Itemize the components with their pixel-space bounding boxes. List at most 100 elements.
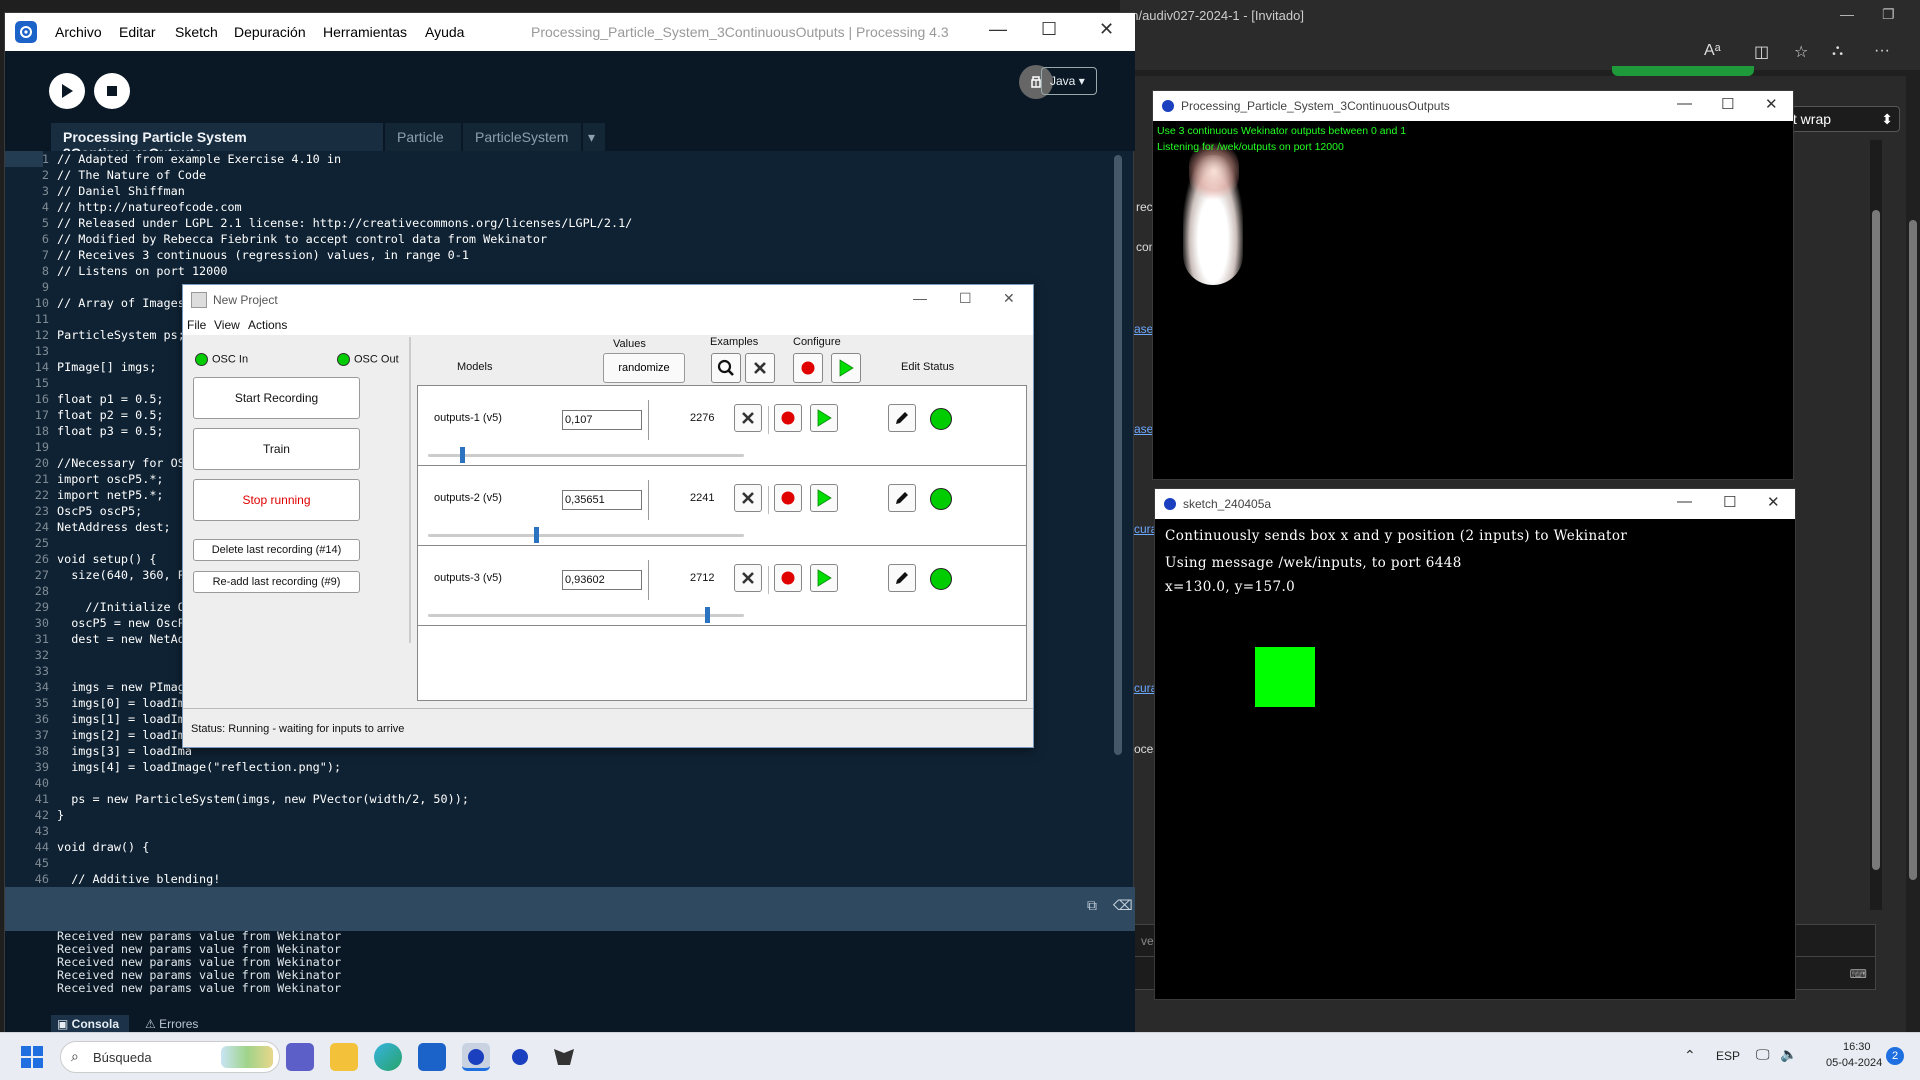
maximize-icon[interactable]: ☐ [1721,95,1734,113]
menu-herramientas[interactable]: Herramientas [323,24,407,40]
code-line[interactable]: 2 // The Nature of Code [5,167,1105,183]
code-line[interactable]: 5 // Released under LGPL 2.1 license: htt… [5,215,1105,231]
output-value-field[interactable]: 0,107 [562,410,642,430]
menu-actions[interactable]: Actions [248,318,287,332]
copy-console-icon[interactable]: ⧉ [1087,897,1097,914]
close-icon[interactable]: ✕ [1099,19,1114,40]
code-line[interactable]: 42} [5,807,1105,823]
clock-time[interactable]: 16:30 [1843,1041,1871,1053]
record-all-button[interactable] [793,353,823,383]
run-all-button[interactable] [831,353,861,383]
processing-icon[interactable] [418,1043,446,1071]
clear-console-icon[interactable]: ⌫ [1113,897,1133,914]
slider-knob[interactable] [533,527,539,543]
close-icon[interactable]: ✕ [1767,493,1780,511]
menu-editar[interactable]: Editar [119,24,156,40]
code-line[interactable]: 43 [5,823,1105,839]
tab-consola[interactable]: ▣ Consola [51,1015,129,1033]
run-model-button[interactable] [810,404,838,432]
favorites-icon[interactable]: ☆ [1794,42,1808,62]
randomize-button[interactable]: randomize [603,353,685,383]
code-line[interactable]: 8 // Listens on port 12000 [5,263,1105,279]
more-icon[interactable]: ··· [1874,42,1890,60]
green-action-button[interactable] [1612,66,1754,76]
tab-main[interactable]: Processing Particle System 3ContinuousOu… [51,123,383,161]
network-icon[interactable]: 🖵 [1756,1046,1770,1063]
mode-selector[interactable]: Java ▾ [1041,67,1097,95]
code-line[interactable]: 3 // Daniel Shiffman [5,183,1105,199]
menu-archivo[interactable]: Archivo [55,24,102,40]
run-model-button[interactable] [810,564,838,592]
delete-examples-button[interactable] [734,564,762,592]
edge-icon[interactable] [374,1043,402,1071]
edit-model-button[interactable] [888,404,916,432]
code-line[interactable]: 44 void draw() { [5,839,1105,855]
code-line[interactable]: 46 // Additive blending! [5,871,1105,886]
slider-knob[interactable] [459,447,465,463]
code-line[interactable]: 7 // Receives 3 continuous (regression) v… [5,247,1105,263]
windows-start-icon[interactable] [20,1045,44,1069]
code-line[interactable]: 39 imgs[4] = loadImage("reflection.png")… [5,759,1105,775]
soft-wrap-select[interactable]: ft wrap ⬍ [1782,106,1900,132]
scroll-thumb[interactable] [1909,220,1917,880]
language-indicator[interactable]: ESP [1716,1049,1740,1063]
code-line[interactable]: 1 // Adapted from example Exercise 4.10 i… [5,151,1105,167]
minimize-icon[interactable]: — [1677,95,1692,112]
record-model-button[interactable] [774,564,802,592]
read-aloud-icon[interactable]: Aᵃ [1704,42,1721,60]
code-line[interactable]: 4 // http://natureofcode.com [5,199,1105,215]
run-model-button[interactable] [810,484,838,512]
input-box[interactable] [1255,647,1315,707]
file-explorer-icon[interactable] [330,1043,358,1071]
output-value-field[interactable]: 0,35651 [562,490,642,510]
browser-scrollbar[interactable] [1906,70,1920,1032]
delete-examples-button[interactable] [734,404,762,432]
slider-knob[interactable] [705,607,711,623]
menu-sketch[interactable]: Sketch [175,24,218,40]
scroll-thumb[interactable] [1114,155,1122,755]
minimize-icon[interactable]: — [989,19,1007,40]
code-line[interactable]: 41 ps = new ParticleSystem(imgs, new PVe… [5,791,1105,807]
run-button[interactable] [49,73,85,109]
maximize-icon[interactable]: ☐ [1041,19,1057,40]
chevron-up-icon[interactable]: ⌃ [1684,1047,1696,1064]
tab-errores[interactable]: ⚠ Errores [139,1015,204,1033]
delete-last-recording-button[interactable]: Delete last recording (#14) [193,539,360,561]
output-slider[interactable] [428,447,744,463]
keyboard-icon[interactable]: ⌨ [1850,967,1867,981]
record-model-button[interactable] [774,404,802,432]
edit-model-button[interactable] [888,564,916,592]
edit-model-button[interactable] [888,484,916,512]
readd-last-recording-button[interactable]: Re-add last recording (#9) [193,571,360,593]
processing-sketch-2-icon[interactable] [506,1043,534,1071]
split-screen-icon[interactable]: ◫ [1754,42,1769,62]
examples-search-button[interactable] [711,353,741,383]
minimize-icon[interactable]: — [1840,6,1854,22]
page-scrollbar[interactable] [1870,140,1882,910]
menu-view[interactable]: View [214,318,240,332]
scroll-thumb[interactable] [1872,210,1880,870]
sketch-canvas[interactable]: Continuously sends box x and y position … [1155,519,1795,999]
notification-badge[interactable]: 2 [1886,1047,1904,1065]
volume-icon[interactable]: 🔈 [1780,1046,1797,1063]
start-recording-button[interactable]: Start Recording [193,377,360,419]
menu-depuracion[interactable]: Depuración [234,24,306,40]
output-slider[interactable] [428,527,744,543]
train-button[interactable]: Train [193,428,360,470]
maximize-icon[interactable]: ☐ [959,290,972,307]
tab-particle[interactable]: Particle [385,123,461,151]
taskbar-search[interactable]: ⌕ Búsqueda [60,1041,280,1073]
stop-running-button[interactable]: Stop running [193,479,360,521]
output-value-field[interactable]: 0,93602 [562,570,642,590]
restore-icon[interactable]: ❐ [1882,6,1895,23]
particle-canvas[interactable]: Use 3 continuous Wekinator outputs betwe… [1153,121,1793,479]
output-slider[interactable] [428,607,744,623]
tab-particlesystem[interactable]: ParticleSystem [463,123,581,151]
minimize-icon[interactable]: — [1677,493,1692,510]
delete-examples-button[interactable] [734,484,762,512]
close-icon[interactable]: ✕ [1765,95,1778,113]
menu-ayuda[interactable]: Ayuda [425,24,464,40]
processing-sketch-icon[interactable] [462,1043,490,1071]
menu-file[interactable]: File [187,318,206,332]
clock-date[interactable]: 05-04-2024 [1826,1057,1882,1069]
